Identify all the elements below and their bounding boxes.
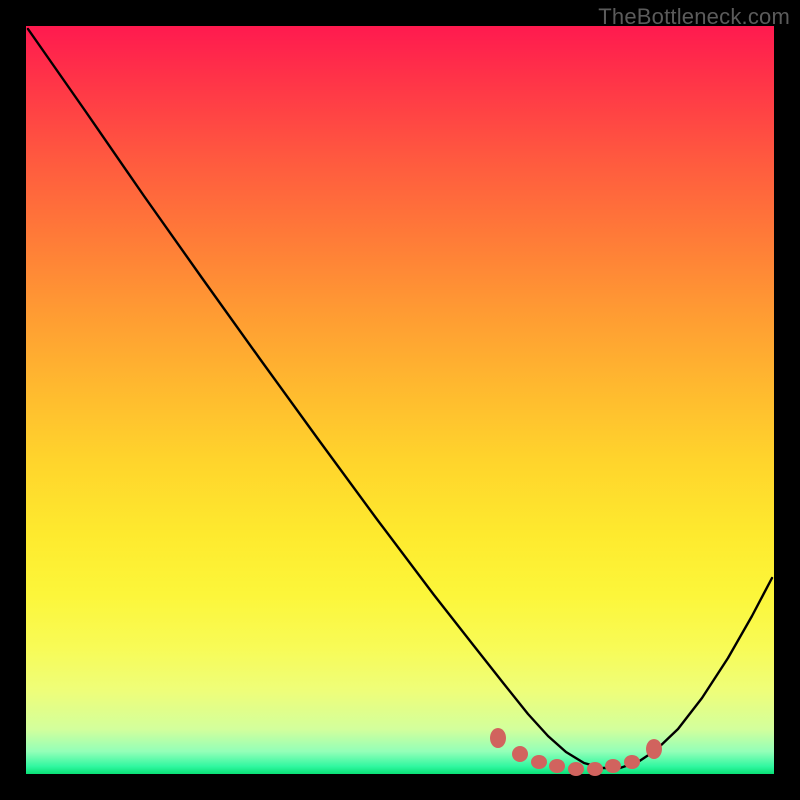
optimal-dot [490, 728, 506, 748]
bottleneck-curve-path [28, 29, 772, 768]
optimal-dots-group [490, 728, 662, 776]
optimal-dot [531, 755, 547, 769]
optimal-dot [512, 746, 528, 762]
optimal-dot [568, 762, 584, 776]
bottleneck-curve-svg [26, 26, 774, 774]
optimal-dot [646, 739, 662, 759]
optimal-dot [624, 755, 640, 769]
optimal-dot [549, 759, 565, 773]
gradient-plot-area [26, 26, 774, 774]
optimal-dot [587, 762, 603, 776]
watermark-text: TheBottleneck.com [598, 4, 790, 30]
optimal-dot [605, 759, 621, 773]
